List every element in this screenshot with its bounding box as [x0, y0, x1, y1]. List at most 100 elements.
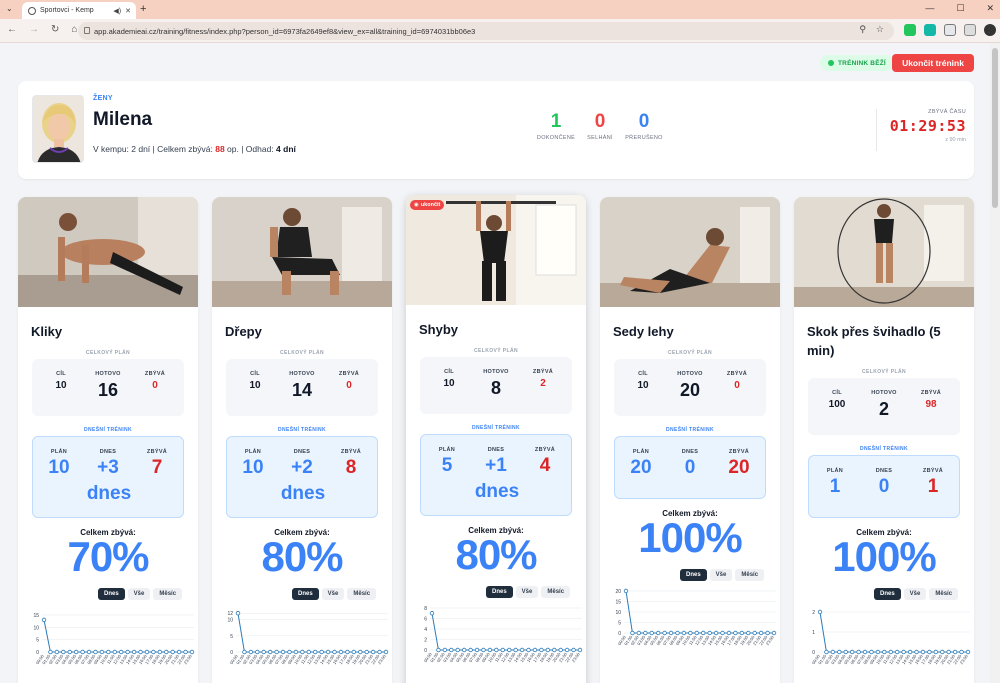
new-tab-icon[interactable]: + — [140, 3, 146, 15]
data-point — [377, 649, 382, 655]
range-all-button[interactable]: Vše — [321, 588, 345, 600]
range-today-button[interactable]: Dnes — [292, 588, 319, 600]
data-point — [358, 649, 363, 655]
scrollbar-thumb[interactable] — [992, 48, 998, 208]
site-info-icon[interactable] — [84, 27, 90, 34]
extensions-puzzle-icon[interactable] — [944, 24, 956, 36]
y-tick-label: 10 — [615, 610, 621, 616]
zoom-icon[interactable]: ⚲ — [859, 24, 866, 35]
range-month-button[interactable]: Měsíc — [541, 586, 571, 598]
range-month-button[interactable]: Měsíc — [153, 588, 183, 600]
close-tab-icon[interactable]: ✕ — [125, 7, 131, 15]
y-tick-label: 10 — [33, 625, 39, 631]
globe-icon — [28, 6, 36, 15]
range-month-button[interactable]: Měsíc — [347, 588, 377, 600]
bookmark-star-icon[interactable]: ☆ — [876, 24, 884, 35]
left-label: ZBÝVÁ — [920, 390, 942, 396]
minimize-icon[interactable]: — — [925, 3, 934, 14]
done-label: HOTOVO — [289, 371, 315, 377]
data-point — [720, 630, 725, 636]
back-icon[interactable]: ← — [7, 24, 17, 35]
page-scrollbar[interactable] — [990, 43, 1000, 683]
forward-icon[interactable]: → — [29, 24, 39, 35]
left-value: 0 — [346, 380, 352, 391]
range-month-button[interactable]: Měsíc — [929, 588, 959, 600]
data-point — [539, 647, 544, 653]
data-point — [907, 649, 913, 655]
data-point — [280, 649, 286, 655]
data-point — [758, 630, 764, 636]
data-point — [959, 649, 964, 655]
range-today-button[interactable]: Dnes — [486, 586, 513, 598]
data-point — [183, 649, 188, 655]
series-line — [431, 613, 580, 651]
time-remaining: ZBÝVÁ ČASU 01:29:53 z 90 min — [876, 109, 966, 151]
y-tick-label: 5 — [618, 621, 621, 627]
today-left-label: ZBÝVÁ — [340, 449, 362, 455]
tab-title: Sportovci - Kemp — [40, 7, 94, 14]
browser-menu-icon[interactable]: ⋮ — [984, 24, 994, 35]
data-point — [655, 630, 661, 636]
end-exercise-badge[interactable]: ◉ ukončit — [410, 200, 445, 210]
today-left-value: 7 — [151, 457, 163, 478]
range-today-button[interactable]: Dnes — [98, 588, 125, 600]
data-point — [261, 649, 266, 655]
range-all-button[interactable]: Vše — [709, 569, 733, 581]
data-point — [370, 649, 376, 655]
stat-interrupted: 0 PŘERUŠENO — [614, 111, 674, 141]
extension-icon[interactable] — [924, 24, 936, 36]
home-icon[interactable]: ⌂ — [71, 24, 77, 35]
remaining-percent: 100% — [832, 533, 936, 580]
tab-search-icon[interactable]: ⌄ — [6, 4, 13, 13]
exercise-card: Sedy lehy CELKOVÝ PLÁN CÍL 10 HOTOVO 20 ZB… — [600, 197, 780, 683]
today-value: +1 — [485, 455, 507, 476]
extension-icon[interactable] — [904, 24, 916, 36]
done-value: 20 — [679, 380, 701, 400]
data-point — [933, 649, 939, 655]
done-label: HOTOVO — [871, 390, 897, 396]
range-all-button[interactable]: Vše — [127, 588, 151, 600]
maximize-icon[interactable]: ☐ — [956, 3, 964, 14]
close-window-icon[interactable]: ✕ — [986, 3, 994, 14]
data-point — [170, 649, 175, 655]
y-tick-label: 2 — [424, 638, 427, 644]
range-month-button[interactable]: Měsíc — [735, 569, 765, 581]
today-value: +2 — [291, 457, 313, 478]
data-point — [552, 647, 557, 653]
plan-label: PLÁN — [826, 468, 844, 474]
data-point — [649, 630, 654, 636]
exercise-image — [600, 197, 780, 307]
range-all-button[interactable]: Vše — [903, 588, 927, 600]
range-all-button[interactable]: Vše — [515, 586, 539, 598]
data-point — [630, 630, 635, 636]
data-point — [824, 649, 829, 655]
y-tick-label: 8 — [424, 606, 427, 612]
end-training-button[interactable]: Ukončit trénink — [892, 54, 974, 72]
overall-plan-label: CELKOVÝ PLÁN — [474, 348, 518, 354]
data-point — [73, 649, 79, 655]
chart-svg: 21000:0001:0002:0003:0004:0005:0006:0007… — [811, 609, 971, 665]
data-point — [176, 649, 182, 655]
timer-label: ZBÝVÁ ČASU — [928, 109, 966, 115]
speaker-icon[interactable]: ◀) — [113, 7, 121, 15]
range-today-button[interactable]: Dnes — [680, 569, 707, 581]
data-point — [707, 630, 712, 636]
range-today-button[interactable]: Dnes — [874, 588, 901, 600]
today-label: DNES — [875, 468, 893, 474]
today-unit: dnes — [474, 481, 520, 502]
reload-icon[interactable]: ↻ — [51, 24, 59, 35]
data-point — [41, 617, 47, 623]
url-input[interactable]: app.akademieai.cz/training/fitness/index… — [78, 22, 894, 40]
goal-label: CÍL — [832, 390, 842, 396]
data-point — [888, 649, 893, 655]
sidebar-icon[interactable] — [964, 24, 976, 36]
plan-label: PLÁN — [438, 447, 456, 453]
today-left-label: ZBÝVÁ — [728, 449, 750, 455]
chart-range-toggle: Dnes Vše Měsíc — [98, 588, 183, 600]
left-value: 0 — [152, 380, 158, 391]
browser-tab[interactable]: Sportovci - Kemp ◀) ✕ — [22, 2, 136, 19]
data-point — [577, 647, 583, 653]
data-point — [946, 649, 951, 655]
daily-progress-chart: 8 6 4 2 0 00:00 01:00 02:00 03:00 04:00 05:00 06:00… — [416, 604, 584, 674]
exercise-card: Skok přes švihadlo (5 min) CELKOVÝ PLÁN … — [794, 197, 974, 683]
